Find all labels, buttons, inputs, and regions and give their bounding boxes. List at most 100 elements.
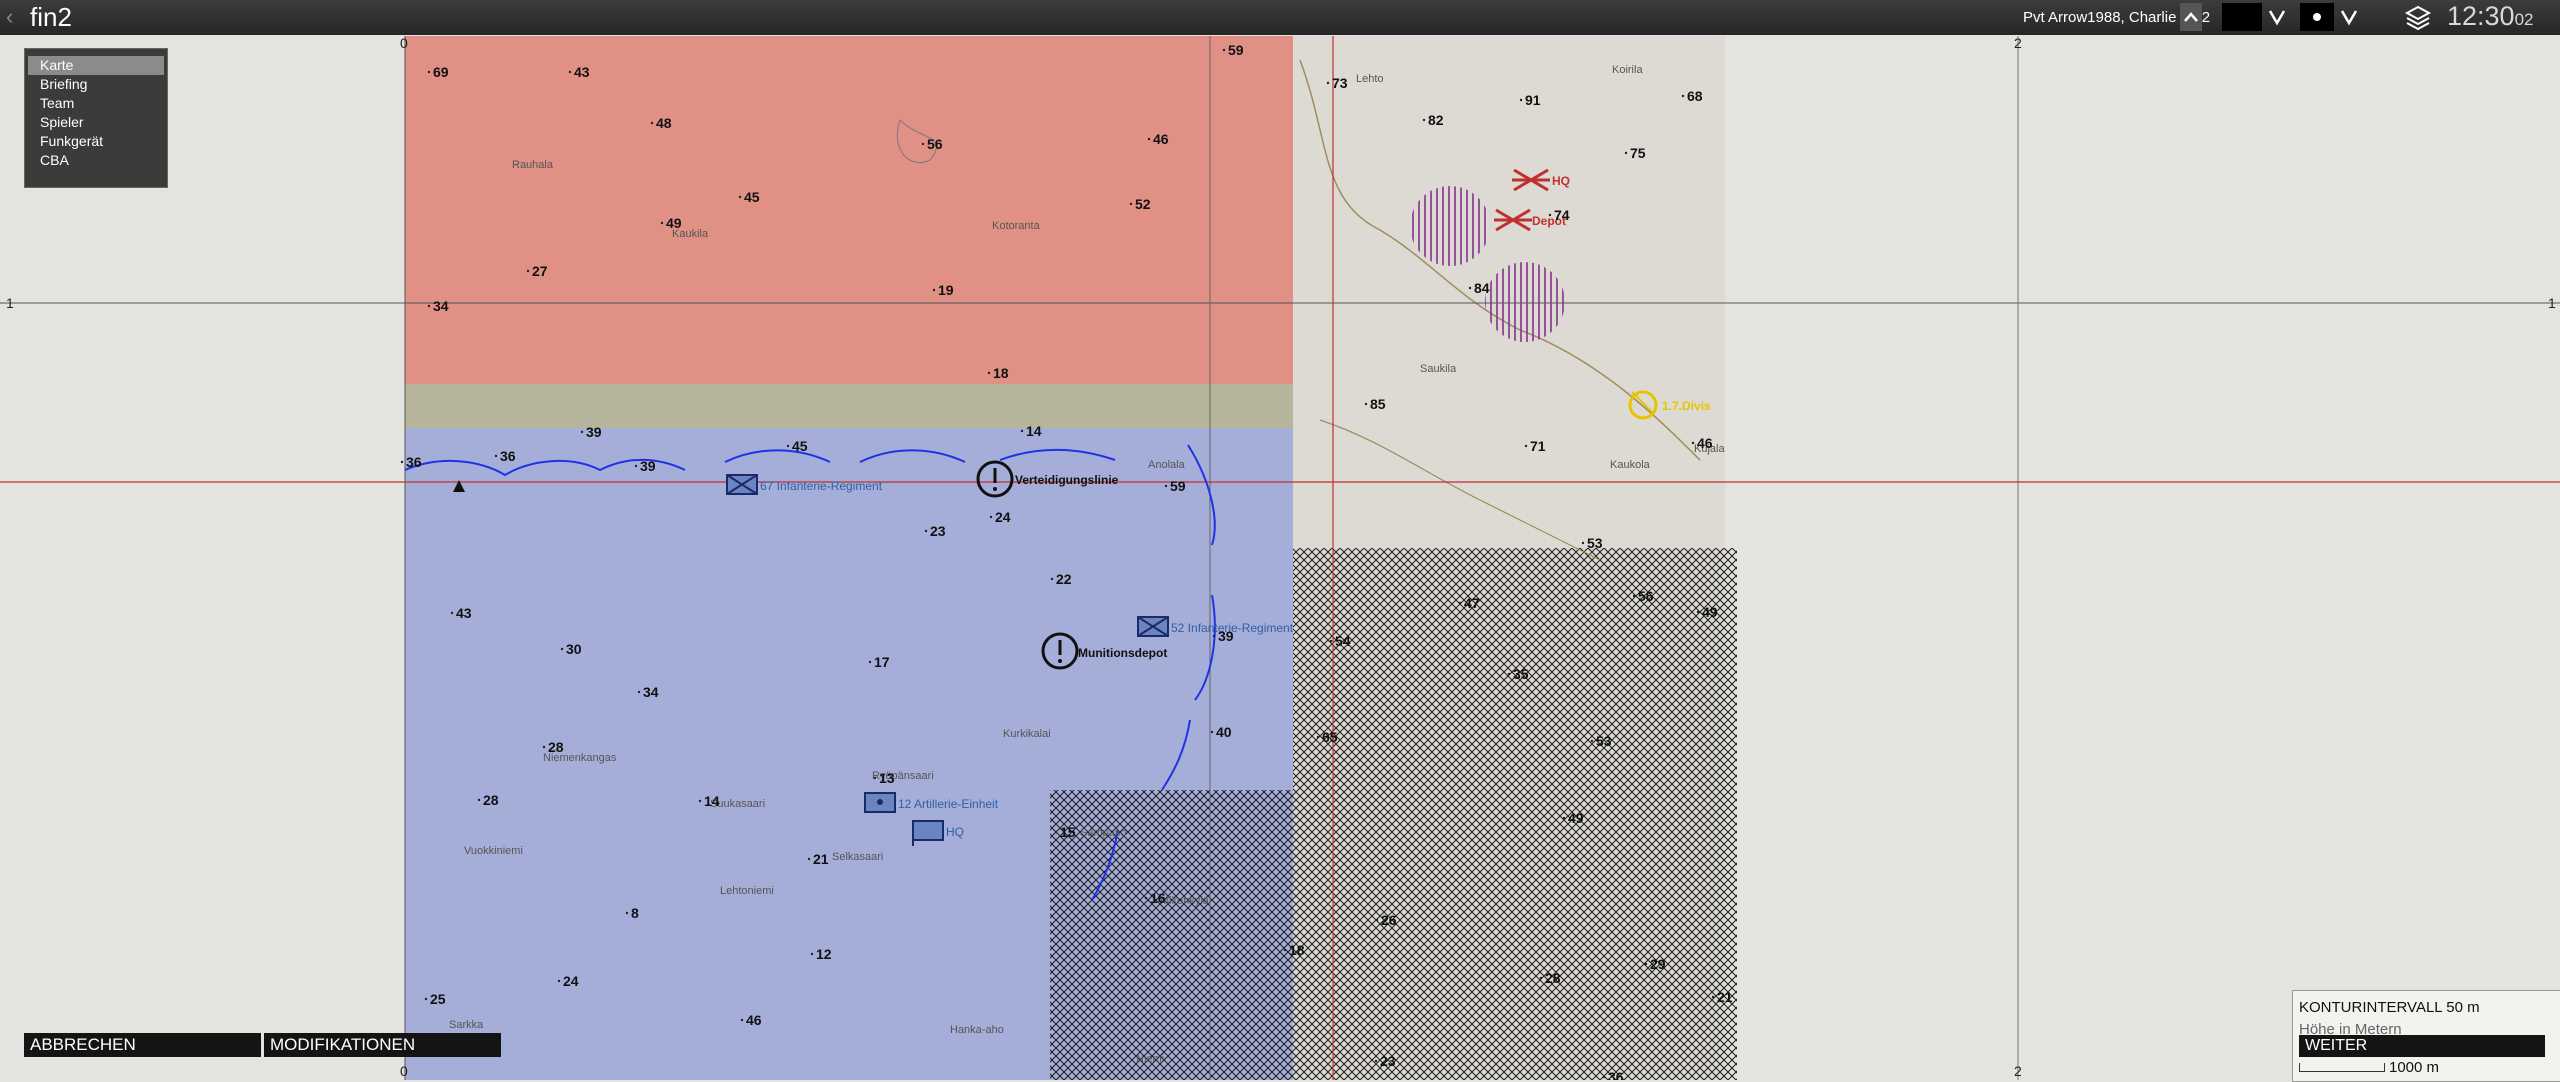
buffer-strip bbox=[405, 384, 1293, 428]
marker-type-dropdown[interactable] bbox=[2338, 3, 2360, 31]
town-label: Sarkka bbox=[449, 1019, 484, 1031]
elevation-dot bbox=[634, 464, 638, 468]
elevation-label: 54 bbox=[1335, 633, 1351, 649]
elevation-dot bbox=[1050, 577, 1054, 581]
marker-color-button[interactable] bbox=[2222, 3, 2262, 31]
elevation-dot bbox=[1147, 137, 1151, 141]
elevation-dot bbox=[1458, 601, 1462, 605]
back-arrow-icon[interactable]: ‹ bbox=[6, 6, 20, 28]
menu-item-spieler[interactable]: Spieler bbox=[28, 113, 164, 132]
menu-item-funkgeraet[interactable]: Funkgerät bbox=[28, 132, 164, 151]
elevation-label: 23 bbox=[1380, 1053, 1396, 1069]
elevation-label: 53 bbox=[1596, 733, 1612, 749]
elevation-dot bbox=[932, 288, 936, 292]
elevation-label: 91 bbox=[1525, 92, 1541, 108]
map-title: fin2 bbox=[30, 2, 72, 32]
menu-item-briefing[interactable]: Briefing bbox=[28, 75, 164, 94]
elevation-label: 69 bbox=[433, 64, 449, 80]
elevation-dot bbox=[1644, 962, 1648, 966]
elevation-dot bbox=[650, 121, 654, 125]
elevation-dot bbox=[427, 304, 431, 308]
elevation-label: 82 bbox=[1428, 112, 1444, 128]
elevation-label: 39 bbox=[586, 424, 602, 440]
elevation-label: 12 bbox=[816, 946, 832, 962]
restricted-circle[interactable] bbox=[1485, 262, 1565, 342]
elevation-label: 43 bbox=[456, 605, 472, 621]
elevation-label: 36 bbox=[406, 454, 422, 470]
restricted-circle[interactable] bbox=[1410, 186, 1490, 266]
elevation-label: 59 bbox=[1170, 478, 1186, 494]
layers-button[interactable] bbox=[2404, 3, 2432, 31]
elevation-label: 36 bbox=[500, 448, 516, 464]
elevation-label: 43 bbox=[574, 64, 590, 80]
clock-seconds: 02 bbox=[2514, 10, 2534, 29]
elevation-label: 74 bbox=[1554, 207, 1570, 223]
elevation-dot bbox=[1422, 118, 1426, 122]
elevation-label: 26 bbox=[1381, 912, 1397, 928]
elevation-label: 34 bbox=[433, 298, 449, 314]
elevation-label: 84 bbox=[1474, 280, 1490, 296]
ammo-depot-label: Munitionsdepot bbox=[1078, 646, 1167, 660]
elevation-label: 21 bbox=[1717, 989, 1733, 1005]
elevation-dot bbox=[1222, 48, 1226, 52]
next-button[interactable]: WEITER bbox=[2299, 1035, 2545, 1057]
elevation-label: 18 bbox=[1289, 942, 1305, 958]
elevation-label: 17 bbox=[874, 654, 890, 670]
elevation-label: 21 bbox=[813, 851, 829, 867]
modifications-button[interactable]: MODIFIKATIONEN bbox=[264, 1033, 501, 1057]
elevation-label: 68 bbox=[1687, 88, 1703, 104]
unit-label: 67 Infanterie-Regiment bbox=[760, 479, 883, 493]
elevation-dot bbox=[1164, 484, 1168, 488]
menu-item-team[interactable]: Team bbox=[28, 94, 164, 113]
elevation-label: 29 bbox=[1650, 956, 1666, 972]
chevron-down-button[interactable] bbox=[2266, 3, 2288, 31]
contour-interval: KONTURINTERVALL 50 m bbox=[2299, 999, 2480, 1016]
elevation-dot bbox=[807, 857, 811, 861]
map-canvas[interactable]: 0 2 1 1 0 2 HQ Depot 1.7.Divis Verteidig… bbox=[0, 36, 2560, 1080]
elevation-label: 28 bbox=[1545, 970, 1561, 986]
town-label: Niemi bbox=[1136, 1053, 1164, 1065]
town-label: Kurkikalai bbox=[1003, 728, 1051, 740]
elevation-label: 15 bbox=[1060, 824, 1076, 840]
elevation-dot bbox=[1210, 730, 1214, 734]
elevation-label: 25 bbox=[430, 991, 446, 1007]
elevation-label: 35 bbox=[1513, 666, 1529, 682]
elevation-label: 18 bbox=[993, 365, 1009, 381]
elevation-dot bbox=[660, 221, 664, 225]
objective-label: 1.7.Divis bbox=[1662, 399, 1711, 413]
cancel-button[interactable]: ABBRECHEN bbox=[24, 1033, 261, 1057]
elevation-dot bbox=[1507, 672, 1511, 676]
elevation-dot bbox=[873, 776, 877, 780]
defense-line-label: Verteidigungslinie bbox=[1015, 473, 1119, 487]
elevation-dot bbox=[1590, 739, 1594, 743]
chevron-up-button[interactable] bbox=[2180, 3, 2202, 31]
elevation-label: 34 bbox=[643, 684, 659, 700]
marker-type-button[interactable] bbox=[2300, 3, 2334, 31]
grid-label: 1 bbox=[6, 295, 14, 311]
elevation-dot bbox=[1539, 976, 1543, 980]
elevation-dot bbox=[1632, 594, 1636, 598]
elevation-label: 47 bbox=[1464, 595, 1480, 611]
elevation-dot bbox=[1212, 634, 1216, 638]
elevation-dot bbox=[698, 799, 702, 803]
menu-item-karte[interactable]: Karte bbox=[28, 56, 164, 75]
top-bar: ‹ fin2 Pvt Arrow1988, Charlie AT 2 12:30… bbox=[0, 0, 2560, 35]
elevation-dot bbox=[740, 1018, 744, 1022]
town-label: Lehto bbox=[1356, 73, 1384, 85]
town-label: Hanka-aho bbox=[950, 1024, 1004, 1036]
enemy-zone bbox=[405, 36, 1293, 384]
elevation-label: 8 bbox=[631, 905, 639, 921]
elevation-dot bbox=[1581, 541, 1585, 545]
elevation-label: 30 bbox=[566, 641, 582, 657]
elevation-dot bbox=[568, 70, 572, 74]
grid-label: 0 bbox=[400, 36, 408, 51]
elevation-dot bbox=[1129, 202, 1133, 206]
scale-bar bbox=[2299, 1063, 2385, 1072]
town-label: Kotoranta bbox=[992, 220, 1041, 232]
elevation-dot bbox=[1696, 610, 1700, 614]
elevation-label: 49 bbox=[1702, 604, 1718, 620]
town-label: Mikonkylä bbox=[1160, 895, 1210, 907]
elevation-dot bbox=[560, 647, 564, 651]
elevation-label: 39 bbox=[1218, 628, 1234, 644]
menu-item-cba[interactable]: CBA bbox=[28, 151, 164, 170]
